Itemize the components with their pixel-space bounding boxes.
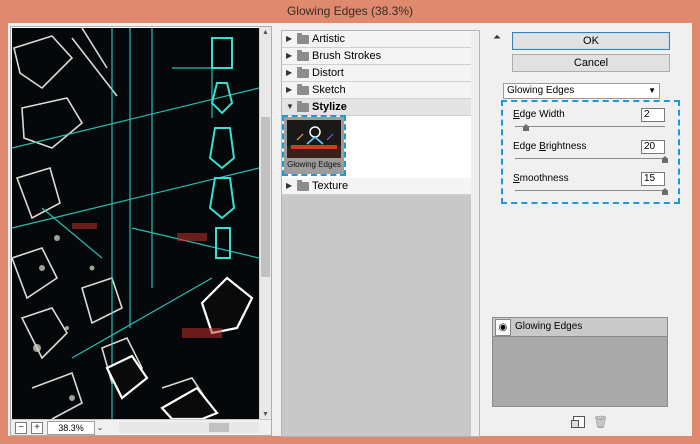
preview-pane: ▲ ▼ − + 38.3% ⌄ <box>10 26 272 436</box>
filter-thumb-glowing-edges[interactable]: Glowing Edges <box>282 115 346 176</box>
folder-open-icon <box>297 101 309 112</box>
effect-layers-panel: ◉ Glowing Edges <box>492 317 668 407</box>
expand-triangle-icon[interactable]: ▶ <box>286 82 294 98</box>
edge-width-input[interactable]: 2 <box>641 108 665 122</box>
category-stylize[interactable]: ▼ Stylize <box>282 99 471 116</box>
preview-horizontal-scrollbar[interactable] <box>119 422 259 433</box>
category-label: Sketch <box>312 84 346 96</box>
new-effect-layer-icon[interactable] <box>571 416 585 428</box>
filter-parameters: Edge Width 2 Edge Brightness 20 Smoothne… <box>501 100 680 204</box>
ok-button[interactable]: OK <box>512 32 670 50</box>
expand-triangle-icon[interactable]: ▶ <box>286 31 294 47</box>
dialog-body: ▲ ▼ − + 38.3% ⌄ ▶ Artistic ▶ Brush Strok… <box>8 23 692 437</box>
category-label: Distort <box>312 67 344 79</box>
scroll-up-icon[interactable]: ▲ <box>260 27 271 38</box>
edge-width-label: Edge Width <box>513 109 565 120</box>
expand-triangle-icon[interactable]: ▶ <box>286 178 294 194</box>
smoothness-slider[interactable] <box>515 190 665 191</box>
folder-icon <box>297 33 309 44</box>
folder-icon <box>297 180 309 191</box>
filter-gallery-list: ▶ Artistic ▶ Brush Strokes ▶ Distort ▶ S… <box>281 30 480 437</box>
edge-width-slider[interactable] <box>515 126 665 127</box>
edge-brightness-input[interactable]: 20 <box>641 140 665 154</box>
smoothness-label: Smoothness <box>513 173 569 184</box>
eye-icon[interactable]: ◉ <box>495 319 511 336</box>
stylize-filters-panel: Glowing Edges <box>282 115 471 178</box>
zoom-value[interactable]: 38.3% <box>47 421 95 435</box>
folder-icon <box>297 84 309 95</box>
zoom-out-button[interactable]: − <box>15 422 27 434</box>
preview-image[interactable] <box>12 28 259 419</box>
effect-layer-row[interactable]: ◉ Glowing Edges <box>493 318 667 337</box>
preview-artwork <box>12 28 259 419</box>
smoothness-input[interactable]: 15 <box>641 172 665 186</box>
filter-select[interactable]: Glowing Edges ▼ <box>503 83 660 99</box>
effect-layer-name: Glowing Edges <box>515 321 583 332</box>
expand-triangle-icon[interactable]: ▶ <box>286 65 294 81</box>
filter-select-value: Glowing Edges <box>507 85 575 96</box>
collapse-gallery-icon[interactable]: ⏶ <box>493 32 501 43</box>
trash-icon[interactable]: 🗑 <box>593 415 608 429</box>
category-label: Brush Strokes <box>312 50 382 62</box>
glowing-edges-thumbnail <box>287 120 341 158</box>
folder-icon <box>297 50 309 61</box>
preview-hscroll-thumb[interactable] <box>209 423 229 432</box>
preview-vertical-scrollbar[interactable]: ▲ ▼ <box>259 27 271 420</box>
category-label: Artistic <box>312 33 345 45</box>
preview-vscroll-thumb[interactable] <box>261 117 270 277</box>
cancel-button[interactable]: Cancel <box>512 54 670 72</box>
window-title: Glowing Edges (38.3%) <box>286 4 414 18</box>
folder-icon <box>297 67 309 78</box>
category-brush-strokes[interactable]: ▶ Brush Strokes <box>282 48 471 65</box>
gallery-scrollbar[interactable] <box>471 31 479 436</box>
category-label: Texture <box>312 180 349 192</box>
expand-triangle-icon[interactable]: ▶ <box>286 48 294 64</box>
category-distort[interactable]: ▶ Distort <box>282 65 471 82</box>
zoom-in-button[interactable]: + <box>31 422 43 434</box>
filter-thumb-label: Glowing Edges <box>287 160 341 169</box>
zoom-dropdown-chevron-icon[interactable]: ⌄ <box>95 422 105 433</box>
edge-brightness-label: Edge Brightness <box>513 141 587 152</box>
zoom-bar: − + 38.3% ⌄ <box>11 419 271 435</box>
category-sketch[interactable]: ▶ Sketch <box>282 82 471 99</box>
chevron-down-icon: ▼ <box>648 86 656 95</box>
category-label: Stylize <box>312 101 347 113</box>
edge-brightness-slider[interactable] <box>515 158 665 159</box>
category-texture[interactable]: ▶ Texture <box>282 178 471 195</box>
collapse-triangle-icon[interactable]: ▼ <box>286 99 294 115</box>
filter-gallery-window: Glowing Edges (38.3%) ▲ ▼ − + 38.3% ⌄ ▶ … <box>0 0 700 444</box>
category-artistic[interactable]: ▶ Artistic <box>282 31 471 48</box>
